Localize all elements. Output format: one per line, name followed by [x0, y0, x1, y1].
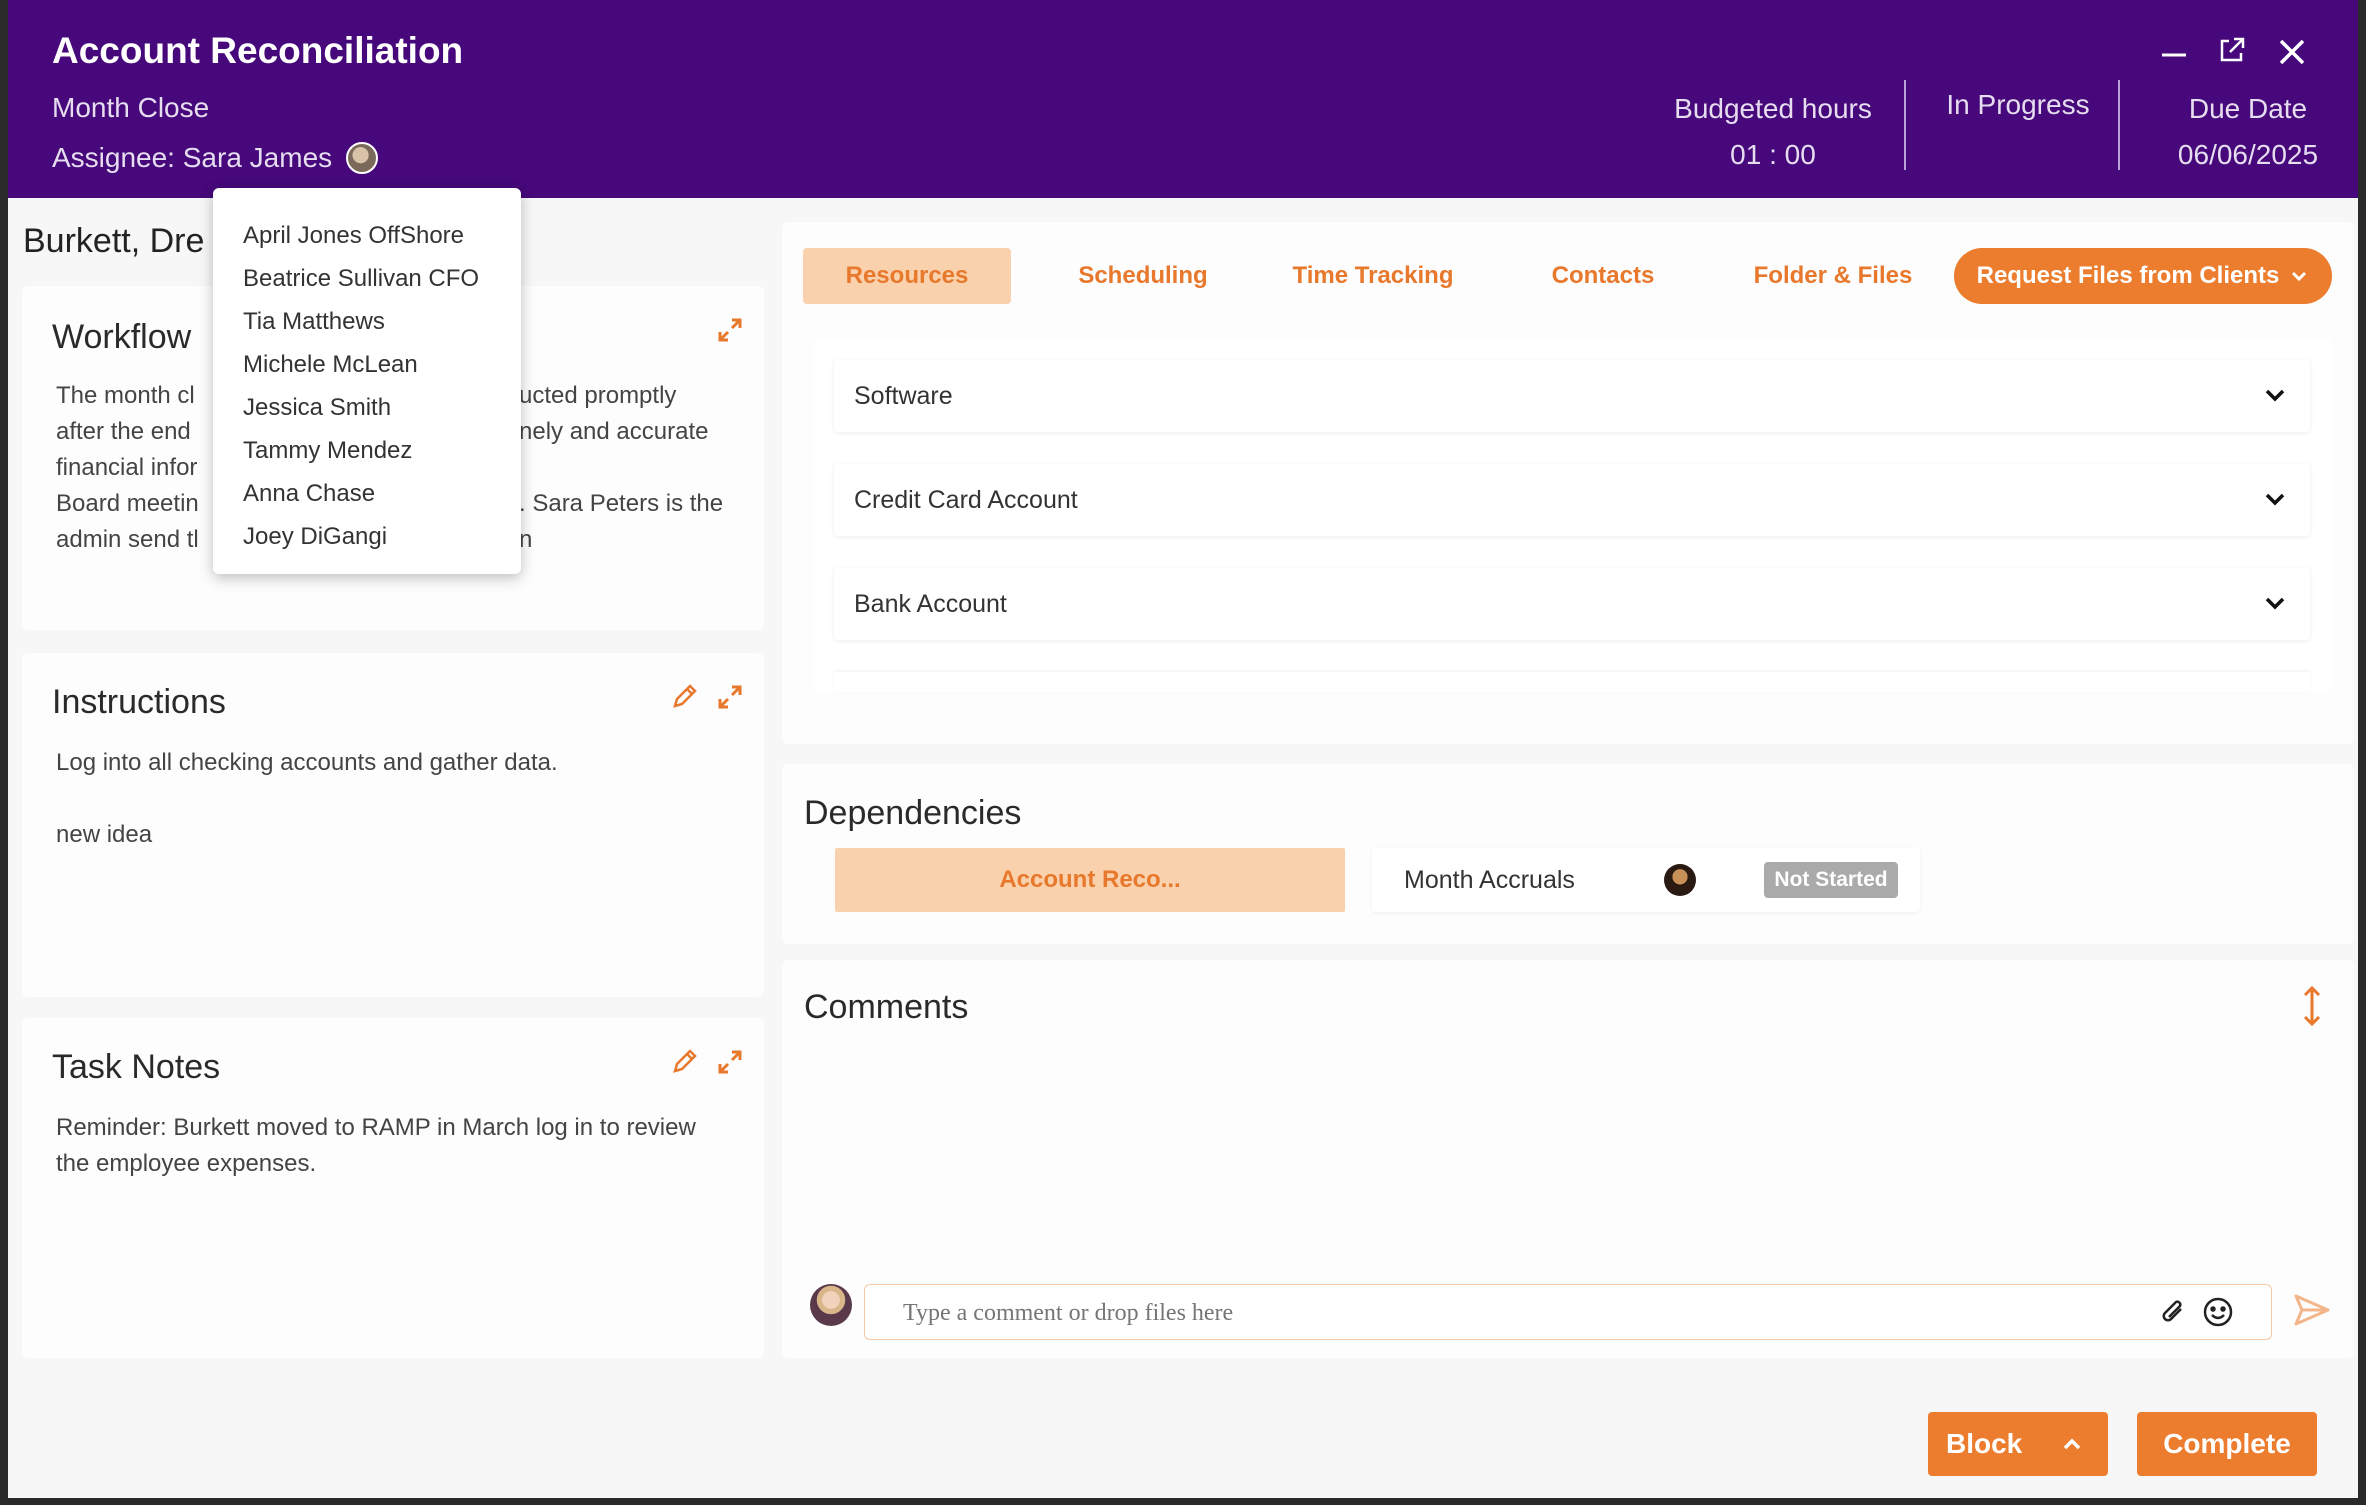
dependencies-title: Dependencies — [804, 794, 1022, 832]
task-title: Account Reconciliation — [52, 30, 464, 71]
dependency-next[interactable]: Month Accruals Not Started — [1372, 848, 1920, 912]
task-modal: Account Reconciliation Month Close Assig… — [8, 0, 2358, 1498]
tab-folder-files[interactable]: Folder & Files — [1728, 248, 1938, 304]
assignee-option[interactable]: Beatrice Sullivan CFO — [213, 257, 521, 300]
expand-icon[interactable] — [716, 1048, 744, 1084]
task-header: Account Reconciliation Month Close Assig… — [8, 0, 2358, 198]
request-files-label: Request Files from Clients — [1976, 262, 2280, 289]
chevron-down-icon — [2292, 271, 2307, 282]
task-notes-text: Reminder: Burkett moved to RAMP in March… — [56, 1114, 696, 1177]
instructions-panel: Instructions Log into all checking accou… — [22, 653, 764, 997]
budgeted-hours-value: 01 : 00 — [1730, 139, 1816, 170]
chevron-down-icon — [2265, 597, 2285, 610]
expand-icon[interactable] — [716, 316, 744, 352]
due-date-label: Due Date — [2188, 93, 2308, 124]
task-notes-panel: Task Notes Reminder: Burkett moved to RA… — [22, 1018, 764, 1358]
workflow-title: Workflow — [52, 318, 192, 356]
header-divider — [1904, 80, 1906, 170]
resize-vertical-icon[interactable] — [2298, 984, 2326, 1033]
current-user-avatar — [810, 1284, 852, 1326]
assignee-avatar[interactable] — [346, 142, 379, 174]
workflow-description-left: The month cl after the end financial inf… — [56, 382, 199, 553]
assignee-option[interactable]: Jessica Smith — [213, 386, 521, 429]
chevron-down-icon — [2265, 389, 2285, 402]
instructions-text: Log into all checking accounts and gathe… — [56, 749, 558, 848]
complete-button[interactable]: Complete — [2137, 1412, 2317, 1476]
comments-title: Comments — [804, 988, 969, 1026]
status-badge: Not Started — [1764, 862, 1898, 898]
tab-resources[interactable]: Resources — [803, 248, 1011, 304]
assignee-option[interactable]: Michele McLean — [213, 343, 521, 386]
chevron-up-icon[interactable] — [2060, 1432, 2084, 1456]
chevron-down-icon — [2265, 493, 2285, 506]
assignee-option[interactable]: Tia Matthews — [213, 300, 521, 343]
workflow-description-right: ucted promptly nely and accurate . Sara … — [519, 382, 724, 553]
block-button[interactable]: Block — [1928, 1412, 2108, 1476]
emoji-icon[interactable] — [2201, 1295, 2235, 1329]
tab-scheduling[interactable]: Scheduling — [1038, 248, 1248, 304]
minimize-icon[interactable] — [2154, 30, 2194, 70]
status-label: In Progress — [1946, 89, 2090, 120]
edit-pencil-icon[interactable] — [670, 681, 700, 719]
budgeted-hours[interactable]: Budgeted hours 01 : 00 — [1648, 86, 1898, 178]
due-date[interactable]: Due Date 06/06/2025 — [2148, 86, 2348, 178]
due-date-value: 06/06/2025 — [2177, 139, 2319, 170]
comment-input-box[interactable] — [864, 1284, 2272, 1340]
resource-row-partial — [834, 672, 2310, 692]
dependency-current[interactable]: Account Reco... — [835, 848, 1345, 912]
assignee-option[interactable]: April Jones OffShore — [213, 214, 521, 257]
block-label: Block — [1946, 1428, 2023, 1459]
comment-input[interactable] — [903, 1293, 2103, 1333]
paperclip-icon[interactable] — [2159, 1297, 2189, 1329]
resource-software[interactable]: Software — [834, 360, 2310, 432]
dependency-next-label: Month Accruals — [1404, 865, 1575, 894]
workflow-name: Month Close — [52, 92, 210, 123]
instructions-title: Instructions — [52, 683, 226, 721]
close-icon[interactable] — [2272, 32, 2312, 72]
open-new-window-icon[interactable] — [2212, 30, 2252, 70]
status-selector[interactable]: In Progress — [1918, 82, 2118, 128]
tab-contacts[interactable]: Contacts — [1498, 248, 1708, 304]
task-notes-title: Task Notes — [52, 1048, 221, 1086]
dependency-current-label: Account Reco... — [999, 866, 1181, 893]
resource-label: Bank Account — [854, 589, 1007, 618]
expand-icon[interactable] — [716, 683, 744, 719]
edit-pencil-icon[interactable] — [670, 1046, 700, 1084]
assignee-label: Assignee: Sara James — [52, 142, 333, 173]
resource-bank-account[interactable]: Bank Account — [834, 568, 2310, 640]
assignee[interactable]: Assignee: Sara James — [52, 142, 379, 174]
dependency-avatar — [1664, 864, 1696, 896]
send-icon[interactable] — [2292, 1290, 2332, 1330]
assignee-dropdown: April Jones OffShore Beatrice Sullivan C… — [213, 188, 521, 574]
resource-credit-card[interactable]: Credit Card Account — [834, 464, 2310, 536]
header-divider — [2118, 80, 2120, 170]
assignee-option[interactable]: Joey DiGangi — [213, 515, 521, 558]
resource-label: Credit Card Account — [854, 485, 1078, 514]
client-name: Burkett, Dre — [23, 222, 205, 260]
resource-label: Software — [854, 381, 953, 410]
assignee-option[interactable]: Anna Chase — [213, 472, 521, 515]
tab-time-tracking[interactable]: Time Tracking — [1268, 248, 1478, 304]
request-files-button[interactable]: Request Files from Clients — [1954, 248, 2332, 304]
assignee-option[interactable]: Tammy Mendez — [213, 429, 521, 472]
budgeted-hours-label: Budgeted hours — [1674, 93, 1872, 124]
